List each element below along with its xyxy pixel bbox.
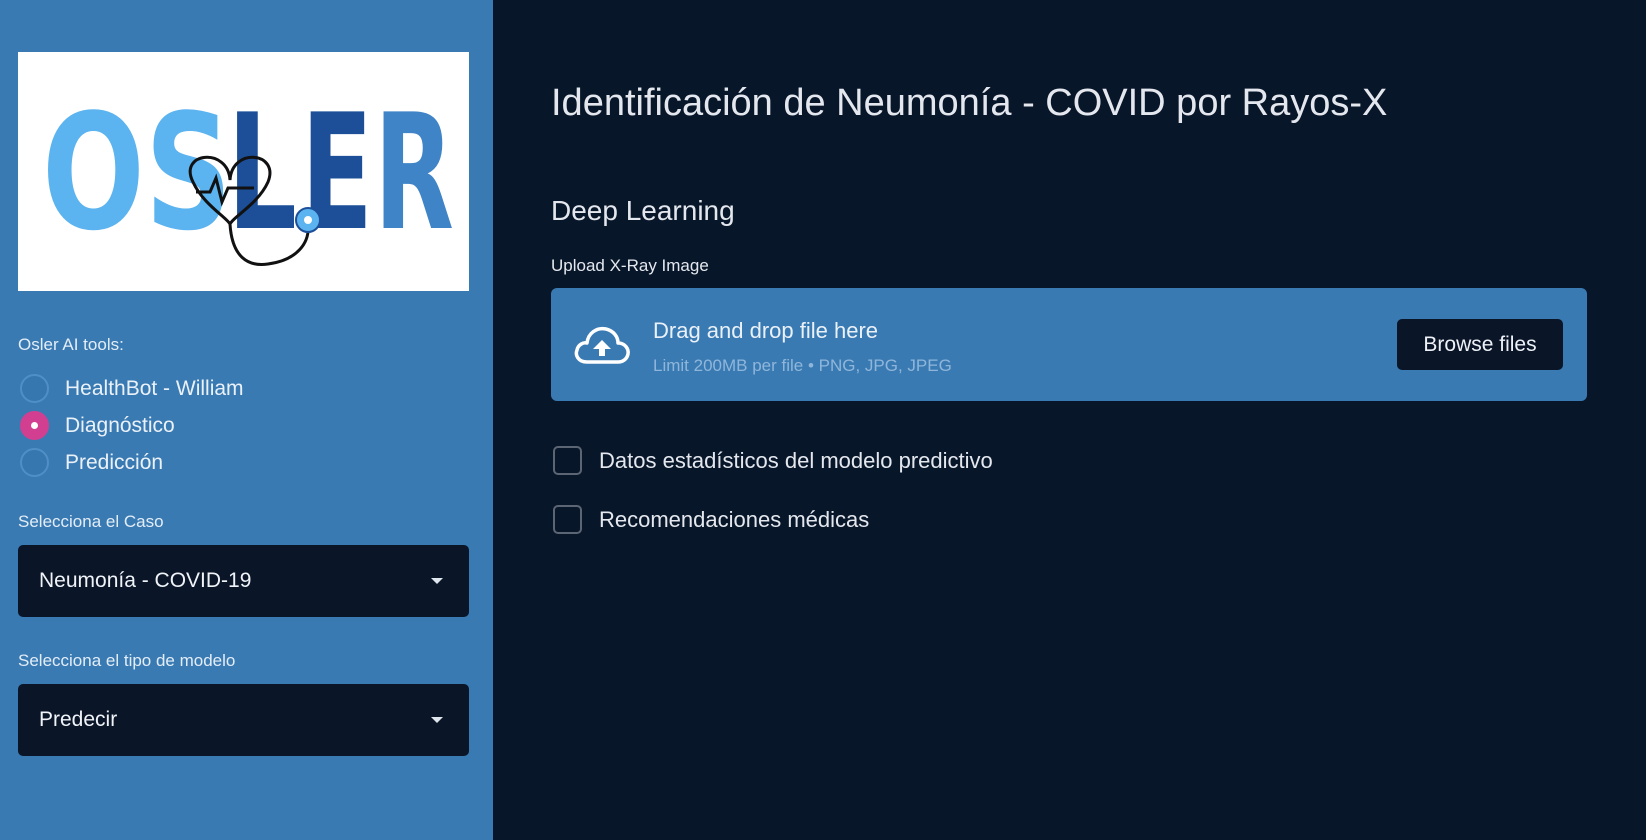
page-title: Identificación de Neumonía - COVID por R… (551, 82, 1388, 124)
radio-label: Predicción (65, 450, 164, 474)
model-select[interactable]: Predecir (18, 684, 469, 756)
file-dropzone[interactable]: Drag and drop file here Limit 200MB per … (551, 288, 1587, 401)
section-title: Deep Learning (551, 195, 735, 226)
checkbox-recommendations[interactable] (553, 505, 582, 534)
upload-label: Upload X-Ray Image (551, 256, 709, 275)
case-select-label: Selecciona el Caso (18, 512, 164, 531)
svg-text:L: L (227, 79, 297, 266)
radio-button[interactable] (20, 374, 49, 403)
tools-label: Osler AI tools: (18, 335, 124, 354)
case-select[interactable]: Neumonía - COVID-19 (18, 545, 469, 617)
model-select-value: Predecir (39, 708, 118, 731)
checkbox-stats-label: Datos estadísticos del modelo predictivo (599, 447, 993, 473)
browse-files-button[interactable]: Browse files (1397, 319, 1563, 370)
radio-diagnostico[interactable]: Diagnóstico (18, 407, 244, 444)
osler-logo-image: OS L E R (42, 79, 454, 267)
checkbox-stats[interactable] (553, 446, 582, 475)
radio-label: Diagnóstico (65, 413, 175, 437)
cloud-upload-icon (574, 326, 630, 364)
dropzone-limit-text: Limit 200MB per file • PNG, JPG, JPEG (653, 356, 952, 375)
model-select-label: Selecciona el tipo de modelo (18, 651, 236, 670)
radio-prediccion[interactable]: Predicción (18, 444, 244, 481)
chevron-down-icon (431, 717, 443, 723)
osler-logo: OS L E R (18, 52, 469, 291)
svg-text:E: E (301, 79, 373, 266)
dropzone-title: Drag and drop file here (653, 318, 879, 343)
svg-text:R: R (374, 79, 454, 266)
chevron-down-icon (431, 578, 443, 584)
tools-radio-group: HealthBot - William Diagnóstico Predicci… (18, 370, 244, 481)
checkbox-recommendations-label: Recomendaciones médicas (599, 506, 870, 532)
checkbox-stats-row[interactable]: Datos estadísticos del modelo predictivo (553, 446, 993, 475)
svg-text:OS: OS (42, 79, 232, 266)
sidebar: OS L E R Osler AI tools: HealthBot - Wil… (0, 0, 493, 840)
radio-button[interactable] (20, 448, 49, 477)
radio-healthbot[interactable]: HealthBot - William (18, 370, 244, 407)
radio-button-selected[interactable] (20, 411, 49, 440)
case-select-value: Neumonía - COVID-19 (39, 569, 252, 592)
checkbox-recommendations-row[interactable]: Recomendaciones médicas (553, 505, 869, 534)
radio-label: HealthBot - William (65, 376, 244, 400)
